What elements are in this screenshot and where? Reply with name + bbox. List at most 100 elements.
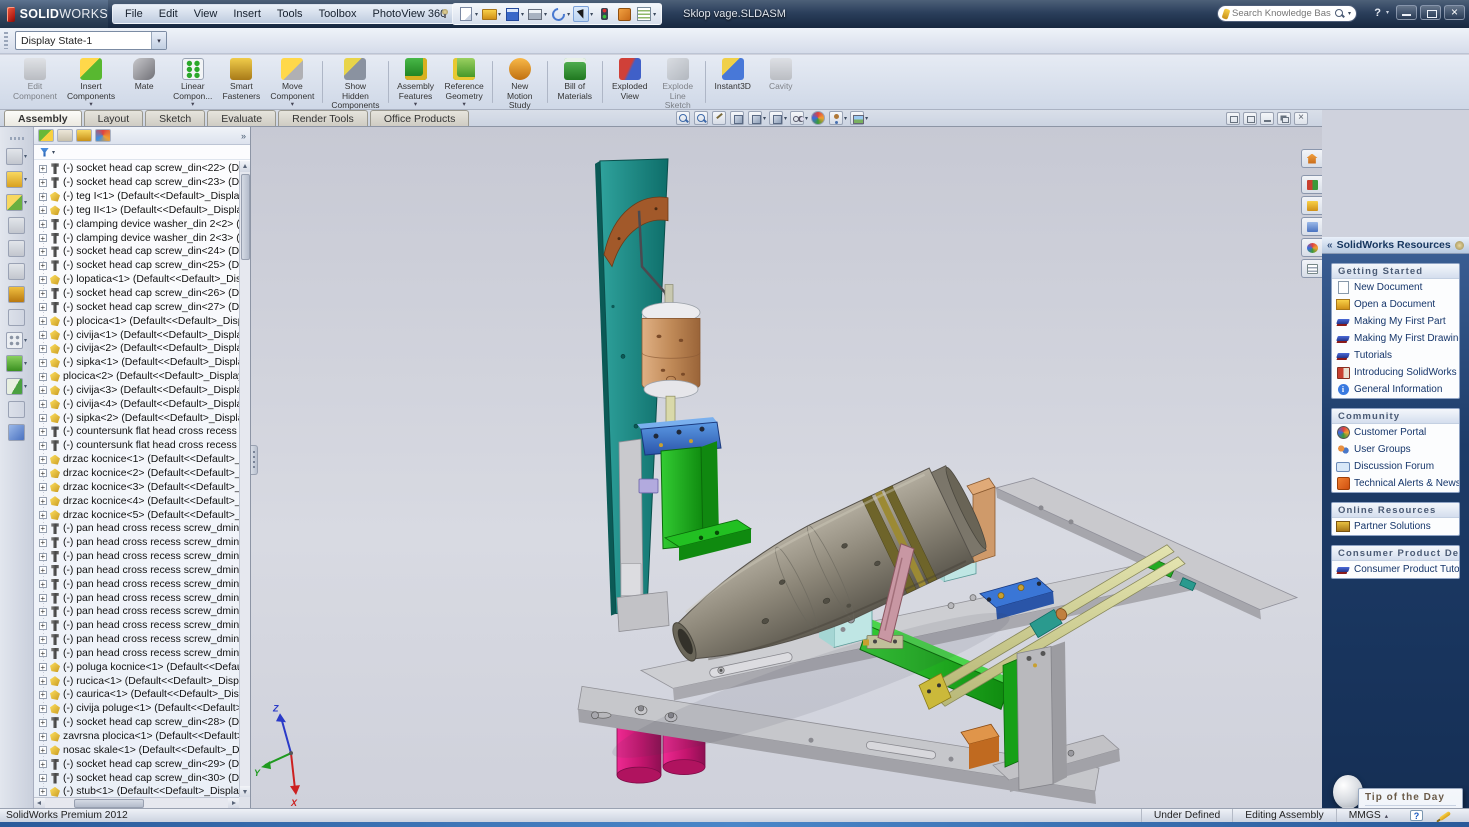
scroll-down-icon[interactable] [240, 786, 250, 797]
menu-item[interactable]: View [186, 8, 226, 20]
ribbon-dropdown-icon[interactable]: ▾ [463, 101, 466, 109]
viewport-single-icon[interactable] [1226, 112, 1240, 125]
expand-icon[interactable] [39, 414, 47, 422]
file-explorer-tab[interactable] [1301, 196, 1322, 215]
tree-item[interactable]: (-) civija<4> (Default<<Default>_Display [34, 397, 239, 411]
tree-item[interactable]: drzac kocnice<1> (Default<<Default>_Dis [34, 453, 239, 467]
featuremanager-tree-tab[interactable] [38, 129, 54, 142]
dropdown-arrow-icon[interactable]: ▾ [24, 199, 27, 206]
ribbon-tab[interactable]: Sketch [145, 110, 205, 126]
task-pane-link[interactable]: Introducing SolidWorks [1332, 364, 1459, 381]
edit-appearance-icon[interactable] [811, 111, 826, 125]
hide-component-icon[interactable] [8, 263, 26, 280]
print-preview-icon[interactable] [8, 217, 26, 234]
tree-item[interactable]: (-) socket head cap screw_din<28> (DIN 9 [34, 716, 239, 730]
ribbon-button[interactable]: Reference Geometry ▾ [440, 56, 489, 108]
task-pane-link[interactable]: User Groups [1332, 441, 1459, 458]
solidworks-resources-tab[interactable] [1301, 149, 1322, 168]
tree-item[interactable]: (-) socket head cap screw_din<26> (DIN 9 [34, 287, 239, 301]
dropdown-arrow-icon[interactable]: ▾ [805, 115, 808, 122]
expand-icon[interactable] [39, 165, 47, 173]
menu-item[interactable]: File [117, 8, 151, 20]
ribbon-dropdown-icon[interactable]: ▾ [89, 101, 92, 109]
ribbon-button[interactable]: Show Hidden Components [326, 56, 384, 108]
expand-icon[interactable] [39, 469, 47, 477]
ribbon-button[interactable]: Explode Line Sketch [654, 56, 702, 108]
tree-item[interactable]: (-) socket head cap screw_din<25> (DIN 9 [34, 259, 239, 273]
help-dropdown-icon[interactable]: ▾ [1386, 9, 1389, 16]
tree-item[interactable]: nosac skale<1> (Default<<Default>_Displ [34, 743, 239, 757]
expand-icon[interactable] [39, 677, 47, 685]
tree-item[interactable]: (-) teg I<1> (Default<<Default>_Display … [34, 190, 239, 204]
tree-item[interactable]: (-) socket head cap screw_din<30> (DIN 9 [34, 771, 239, 785]
expand-icon[interactable] [39, 746, 47, 754]
tree-item[interactable]: (-) lopatica<1> (Default<<Default>_Displ [34, 273, 239, 287]
panel-overflow-icon[interactable]: » [241, 131, 246, 141]
zoom-to-area-icon[interactable] [694, 111, 709, 125]
restore-button[interactable] [1420, 5, 1441, 20]
ribbon-tab[interactable]: Office Products [370, 110, 470, 126]
expand-icon[interactable] [39, 705, 47, 713]
tree-item[interactable]: (-) caurica<1> (Default<<Default>_Displa [34, 688, 239, 702]
copy-view-icon[interactable] [8, 240, 26, 257]
section-view-icon[interactable] [730, 111, 745, 125]
undo-icon[interactable]: ▾ [549, 6, 571, 22]
displaymanager-tab[interactable] [95, 129, 111, 142]
dropdown-arrow-icon[interactable]: ▾ [498, 11, 501, 18]
graphics-area[interactable]: Z Y X [251, 127, 1322, 808]
expand-icon[interactable] [39, 580, 47, 588]
toolbox-tab[interactable] [1301, 217, 1322, 236]
rebuild-icon[interactable] [595, 6, 614, 22]
apply-scene-icon[interactable]: ▾ [850, 111, 868, 125]
ribbon-button[interactable]: Smart Fasteners [217, 56, 265, 108]
ribbon-button[interactable]: Linear Compon... ▾ [168, 56, 217, 108]
menu-item[interactable]: Tools [269, 8, 311, 20]
ribbon-tab[interactable]: Render Tools [278, 110, 368, 126]
expand-icon[interactable] [39, 456, 47, 464]
tree-horizontal-scrollbar[interactable] [34, 797, 239, 808]
expand-icon[interactable] [39, 608, 47, 616]
tree-item[interactable]: (-) pan head cross recess screw_dmin<8> [34, 550, 239, 564]
scroll-right-icon[interactable] [228, 798, 239, 808]
task-pane-link[interactable]: Open a Document [1332, 296, 1459, 313]
expand-icon[interactable] [39, 636, 47, 644]
dropdown-arrow-icon[interactable]: ▾ [763, 115, 766, 122]
zoom-to-fit-icon[interactable] [676, 111, 691, 125]
new-document-icon[interactable]: ▾ [457, 6, 479, 22]
ribbon-button[interactable]: Move Component ▾ [265, 56, 319, 108]
search-input[interactable] [1232, 8, 1331, 19]
tree-item[interactable]: (-) pan head cross recess screw_dmin<15> [34, 647, 239, 661]
propertymanager-tab[interactable] [57, 129, 73, 142]
component-preview-icon[interactable] [8, 286, 26, 303]
viewport-split-icon[interactable] [1243, 112, 1257, 125]
minimize-button[interactable] [1396, 5, 1417, 20]
ribbon-button[interactable] [388, 61, 389, 103]
tree-item[interactable]: (-) pan head cross recess screw_dmin<6> [34, 522, 239, 536]
tree-item[interactable]: (-) socket head cap screw_din<29> (DIN 9 [34, 757, 239, 771]
ribbon-tab[interactable]: Assembly [4, 110, 82, 126]
expand-icon[interactable] [39, 774, 47, 782]
dropdown-arrow-icon[interactable]: ▾ [475, 11, 478, 18]
help-button[interactable]: ? [1372, 7, 1383, 19]
menu-pin-icon[interactable] [440, 8, 450, 18]
scrollbar-thumb[interactable] [241, 174, 250, 260]
custom-properties-tab[interactable] [1301, 259, 1322, 278]
expand-icon[interactable] [39, 663, 47, 671]
ribbon-button[interactable] [492, 61, 493, 103]
expand-icon[interactable] [39, 234, 47, 242]
expand-icon[interactable] [39, 400, 47, 408]
close-doc-icon[interactable] [1294, 112, 1308, 125]
expand-icon[interactable] [39, 525, 47, 533]
minimize-doc-icon[interactable] [1260, 112, 1274, 125]
display-style-icon[interactable]: ▾ [769, 111, 787, 125]
task-pane-link[interactable]: General Information [1332, 381, 1459, 398]
search-dropdown-icon[interactable]: ▾ [1348, 10, 1351, 17]
display-state-select[interactable]: Display State-1 ▾ [15, 31, 167, 50]
expand-icon[interactable] [39, 193, 47, 201]
tree-item[interactable]: drzac kocnice<4> (Default<<Default>_Dis [34, 494, 239, 508]
scroll-left-icon[interactable] [34, 798, 45, 808]
tree-item[interactable]: (-) pan head cross recess screw_dmin<12> [34, 605, 239, 619]
expand-icon[interactable] [39, 649, 47, 657]
search-icon[interactable] [1334, 8, 1345, 19]
tree-item[interactable]: (-) socket head cap screw_din<27> (DIN 9 [34, 300, 239, 314]
